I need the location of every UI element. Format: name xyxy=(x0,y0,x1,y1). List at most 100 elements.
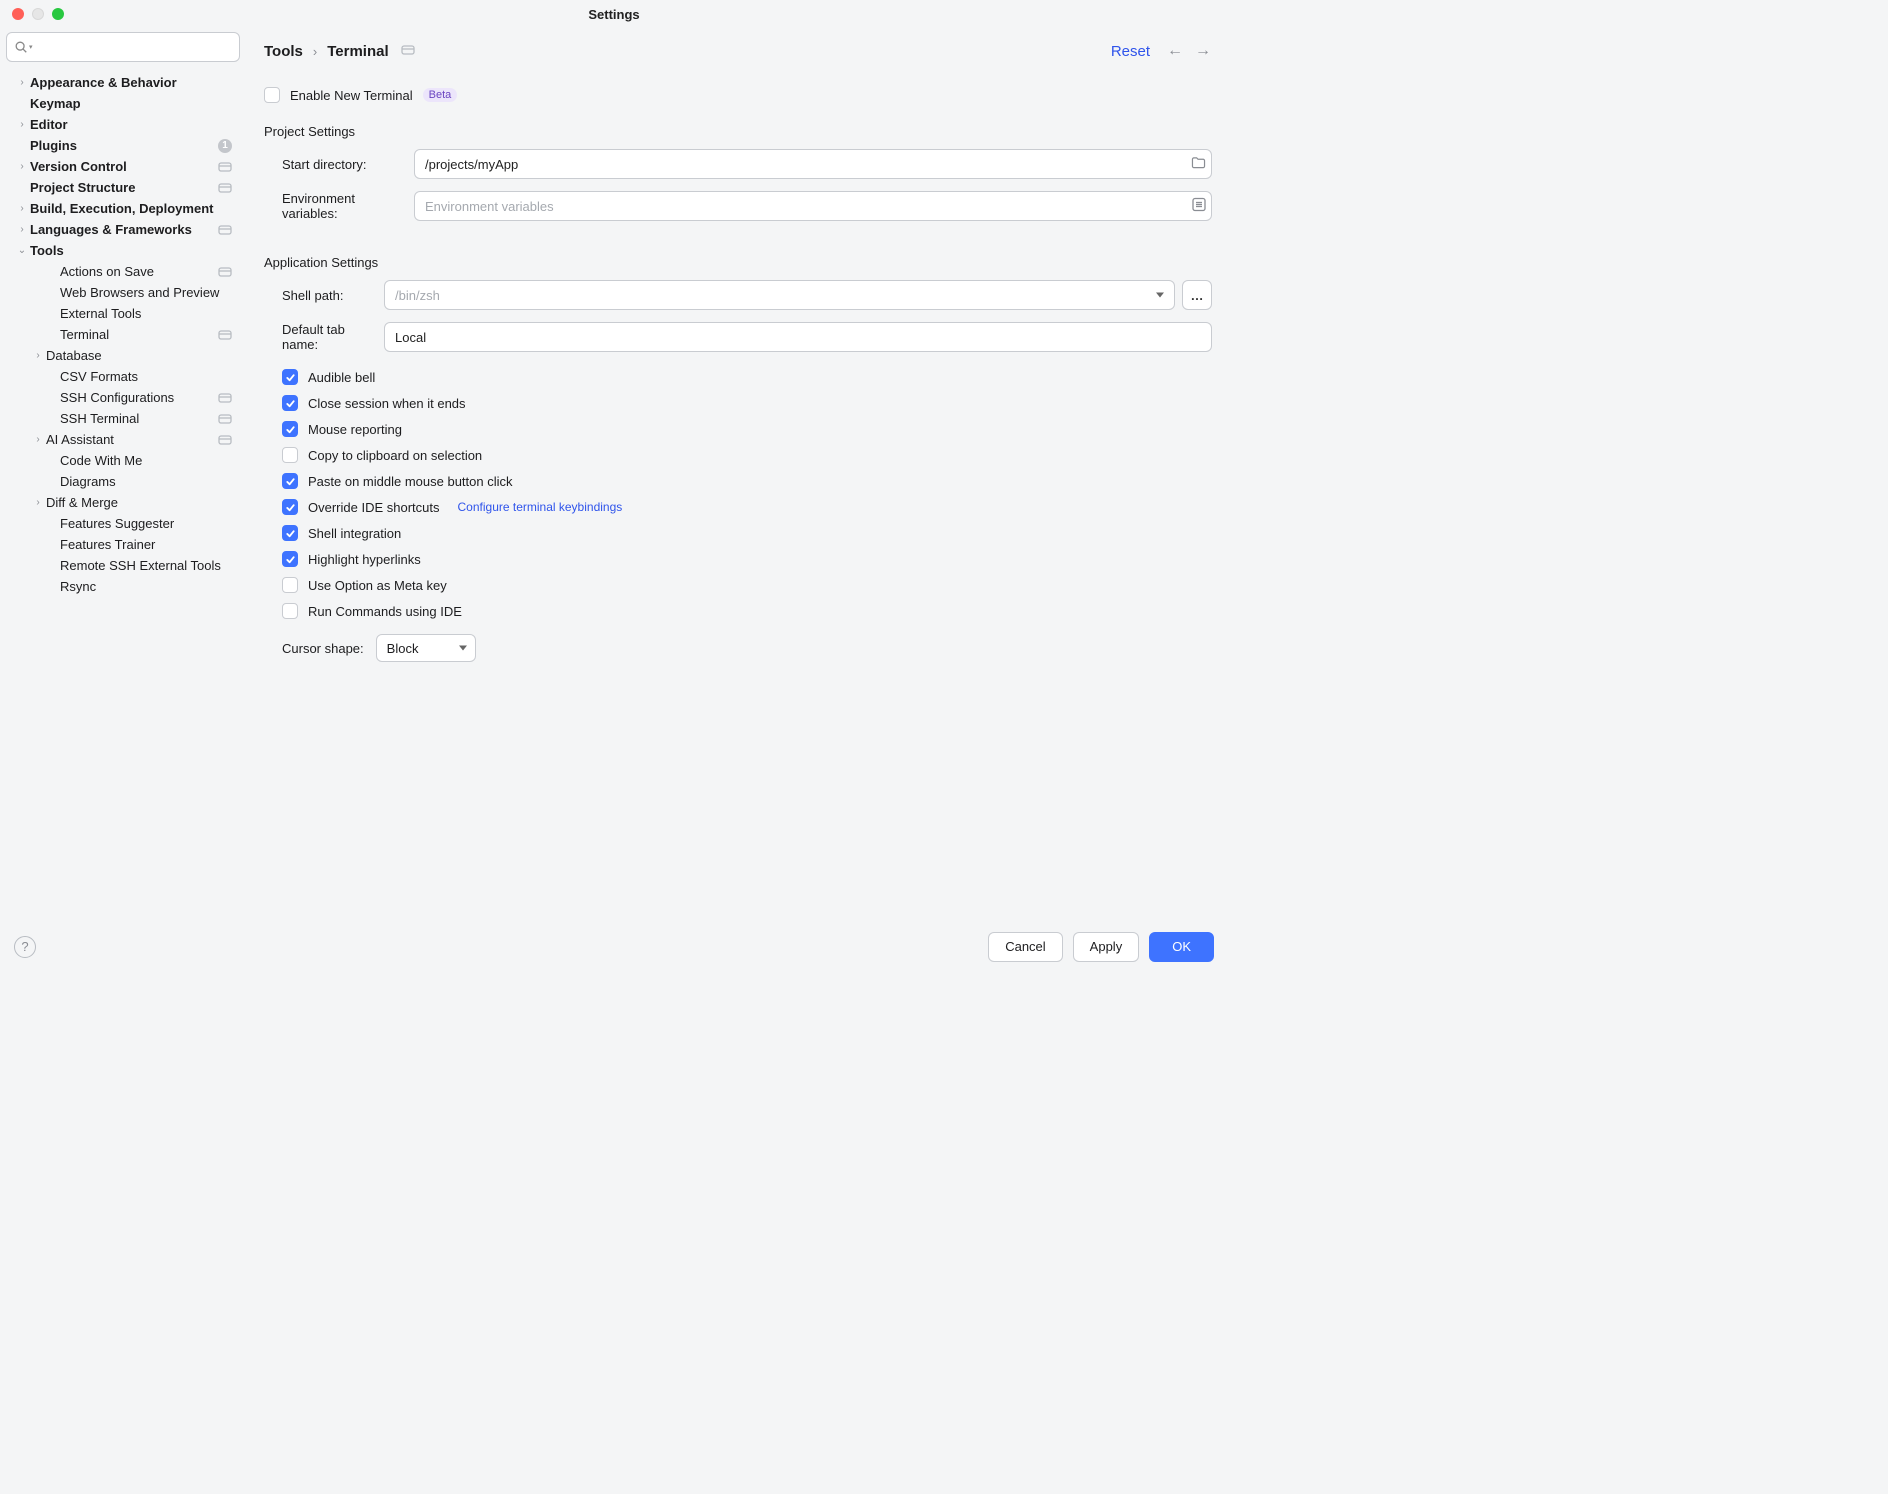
cancel-button[interactable]: Cancel xyxy=(988,932,1062,962)
sidebar-item-diff-merge[interactable]: ›Diff & Merge xyxy=(6,492,240,513)
sidebar-item-editor[interactable]: ›Editor xyxy=(6,114,240,135)
settings-search-input[interactable] xyxy=(6,32,240,62)
checkbox-audible-bell[interactable] xyxy=(282,369,298,385)
sidebar-item-label: Actions on Save xyxy=(60,264,154,279)
checkbox-label: Close session when it ends xyxy=(308,396,466,411)
checkbox-label: Run Commands using IDE xyxy=(308,604,462,619)
start-directory-input[interactable] xyxy=(414,149,1212,179)
sidebar-item-label: Project Structure xyxy=(30,180,135,195)
project-scope-icon xyxy=(218,434,232,446)
checkbox-label: Use Option as Meta key xyxy=(308,578,447,593)
env-vars-label: Environment variables: xyxy=(264,191,414,221)
checkbox-close-session-when-it-ends[interactable] xyxy=(282,395,298,411)
breadcrumb: Tools › Terminal Reset ← → xyxy=(264,38,1212,64)
sidebar-item-label: Keymap xyxy=(30,96,81,111)
configure-keybindings-link[interactable]: Configure terminal keybindings xyxy=(458,500,623,514)
checkbox-override-ide-shortcuts[interactable] xyxy=(282,499,298,515)
list-icon[interactable] xyxy=(1192,198,1206,215)
sidebar-item-label: Build, Execution, Deployment xyxy=(30,201,213,216)
sidebar-item-label: Remote SSH External Tools xyxy=(60,558,221,573)
breadcrumb-root: Tools xyxy=(264,43,303,60)
sidebar: ▾ ›Appearance & Behavior Keymap›Editor P… xyxy=(0,28,246,920)
folder-icon[interactable] xyxy=(1191,156,1206,172)
window-title: Settings xyxy=(0,7,1228,22)
apply-button[interactable]: Apply xyxy=(1073,932,1140,962)
sidebar-item-project-structure[interactable]: Project Structure xyxy=(6,177,240,198)
shell-path-select[interactable]: /bin/zsh xyxy=(384,280,1175,310)
chevron-right-icon: › xyxy=(16,203,28,214)
tree-indent xyxy=(46,392,58,403)
sidebar-item-remote-ssh-external-tools[interactable]: Remote SSH External Tools xyxy=(6,555,240,576)
sidebar-item-terminal[interactable]: Terminal xyxy=(6,324,240,345)
sidebar-item-label: Editor xyxy=(30,117,68,132)
env-vars-input[interactable] xyxy=(414,191,1212,221)
project-scope-icon xyxy=(218,161,232,173)
checkbox-highlight-hyperlinks[interactable] xyxy=(282,551,298,567)
sidebar-item-label: Appearance & Behavior xyxy=(30,75,177,90)
sidebar-item-ssh-terminal[interactable]: SSH Terminal xyxy=(6,408,240,429)
tree-indent xyxy=(46,560,58,571)
project-scope-icon xyxy=(218,392,232,404)
default-tab-name-input[interactable] xyxy=(384,322,1212,352)
checkbox-shell-integration[interactable] xyxy=(282,525,298,541)
chevron-right-icon: › xyxy=(16,77,28,88)
checkbox-use-option-as-meta-key[interactable] xyxy=(282,577,298,593)
enable-new-terminal-label: Enable New Terminal xyxy=(290,88,413,103)
project-scope-icon xyxy=(218,329,232,341)
checkbox-run-commands-using-ide[interactable] xyxy=(282,603,298,619)
sidebar-item-label: Database xyxy=(46,348,102,363)
sidebar-item-external-tools[interactable]: External Tools xyxy=(6,303,240,324)
sidebar-item-label: Tools xyxy=(30,243,64,258)
sidebar-item-features-trainer[interactable]: Features Trainer xyxy=(6,534,240,555)
sidebar-item-features-suggester[interactable]: Features Suggester xyxy=(6,513,240,534)
sidebar-item-database[interactable]: ›Database xyxy=(6,345,240,366)
sidebar-item-tools[interactable]: ⌄Tools xyxy=(6,240,240,261)
sidebar-item-ai-assistant[interactable]: ›AI Assistant xyxy=(6,429,240,450)
sidebar-item-label: External Tools xyxy=(60,306,141,321)
sidebar-item-build-execution-deployment[interactable]: ›Build, Execution, Deployment xyxy=(6,198,240,219)
checkbox-copy-to-clipboard-on-selection[interactable] xyxy=(282,447,298,463)
nav-forward-button[interactable]: → xyxy=(1194,42,1212,60)
sidebar-item-diagrams[interactable]: Diagrams xyxy=(6,471,240,492)
enable-new-terminal-checkbox[interactable] xyxy=(264,87,280,103)
sidebar-item-plugins[interactable]: Plugins1 xyxy=(6,135,240,156)
sidebar-item-csv-formats[interactable]: CSV Formats xyxy=(6,366,240,387)
reset-link[interactable]: Reset xyxy=(1111,43,1150,60)
sidebar-item-label: Version Control xyxy=(30,159,127,174)
sidebar-item-code-with-me[interactable]: Code With Me xyxy=(6,450,240,471)
chevron-down-icon: ⌄ xyxy=(16,245,28,256)
sidebar-item-web-browsers-and-preview[interactable]: Web Browsers and Preview xyxy=(6,282,240,303)
tree-indent xyxy=(46,518,58,529)
project-settings-heading: Project Settings xyxy=(264,124,1212,139)
cursor-shape-select[interactable]: Block xyxy=(376,634,476,662)
beta-badge: Beta xyxy=(423,88,458,102)
tree-indent xyxy=(16,140,28,151)
sidebar-item-label: Languages & Frameworks xyxy=(30,222,192,237)
project-scope-icon xyxy=(218,413,232,425)
sidebar-item-rsync[interactable]: Rsync xyxy=(6,576,240,597)
dialog-footer: ? Cancel Apply OK xyxy=(0,920,1228,972)
chevron-right-icon: › xyxy=(32,434,44,445)
nav-back-button[interactable]: ← xyxy=(1166,42,1184,60)
start-directory-label: Start directory: xyxy=(264,157,414,172)
checkbox-paste-on-middle-mouse-button-click[interactable] xyxy=(282,473,298,489)
tree-indent xyxy=(16,182,28,193)
shell-path-value: /bin/zsh xyxy=(395,288,440,303)
chevron-right-icon: › xyxy=(32,350,44,361)
sidebar-item-version-control[interactable]: ›Version Control xyxy=(6,156,240,177)
sidebar-item-appearance-behavior[interactable]: ›Appearance & Behavior xyxy=(6,72,240,93)
checkbox-mouse-reporting[interactable] xyxy=(282,421,298,437)
shell-path-browse-button[interactable]: … xyxy=(1182,280,1212,310)
sidebar-item-keymap[interactable]: Keymap xyxy=(6,93,240,114)
sidebar-item-ssh-configurations[interactable]: SSH Configurations xyxy=(6,387,240,408)
help-button[interactable]: ? xyxy=(14,936,36,958)
shell-path-label: Shell path: xyxy=(264,288,384,303)
search-icon: ▾ xyxy=(14,40,33,54)
tree-indent xyxy=(46,329,58,340)
sidebar-item-label: SSH Configurations xyxy=(60,390,174,405)
ok-button[interactable]: OK xyxy=(1149,932,1214,962)
tree-indent xyxy=(46,476,58,487)
tree-indent xyxy=(46,266,58,277)
sidebar-item-actions-on-save[interactable]: Actions on Save xyxy=(6,261,240,282)
sidebar-item-languages-frameworks[interactable]: ›Languages & Frameworks xyxy=(6,219,240,240)
